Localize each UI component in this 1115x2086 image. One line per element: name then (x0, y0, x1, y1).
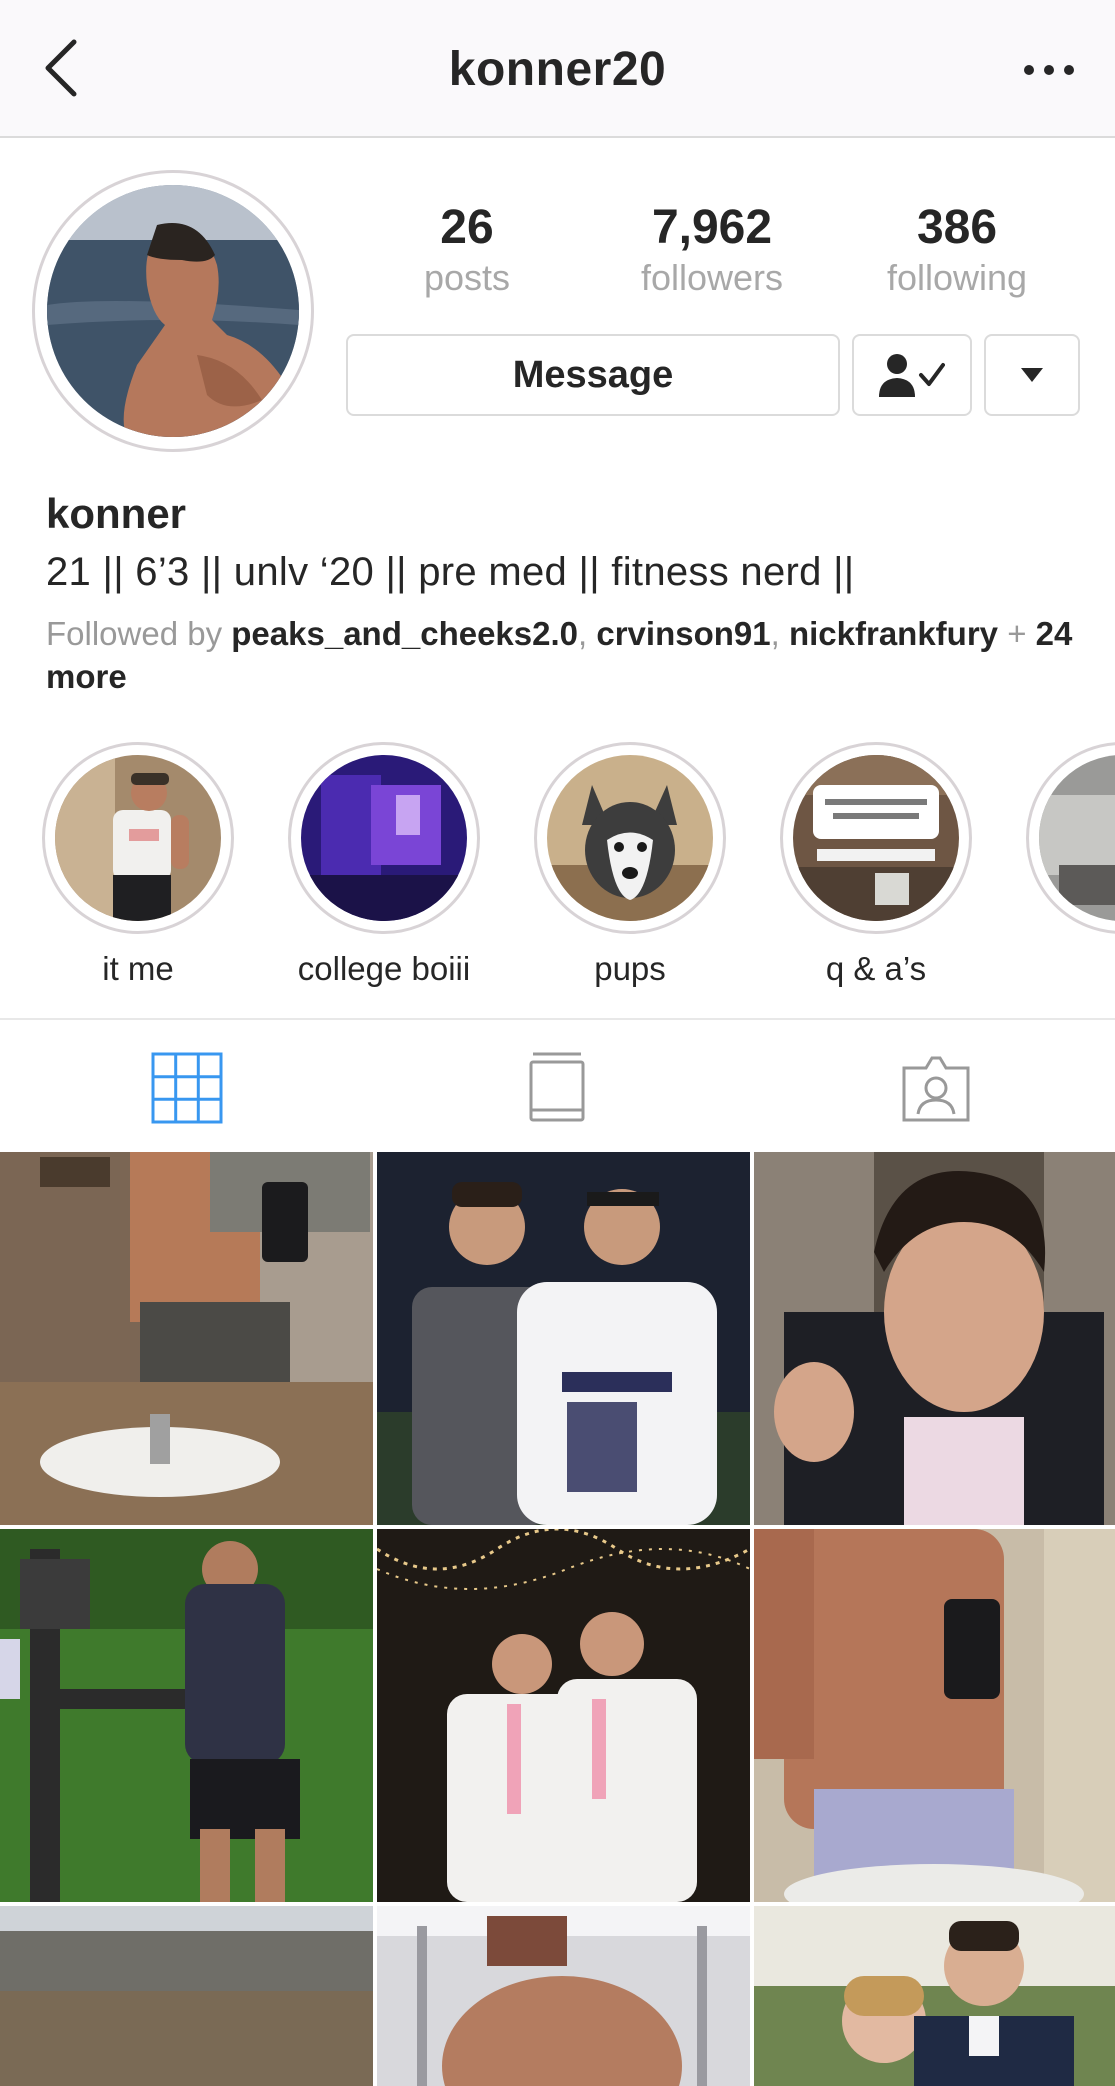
follower-link-1[interactable]: peaks_and_cheeks2.0 (231, 615, 578, 652)
suggestions-dropdown-button[interactable] (984, 334, 1080, 416)
profile-avatar[interactable] (32, 170, 314, 452)
message-button[interactable]: Message (346, 334, 840, 416)
post-thumbnail[interactable] (754, 1529, 1115, 1902)
followers-label: followers (640, 257, 784, 298)
highlight-label: q & a’s (825, 950, 927, 987)
following-status-button[interactable] (852, 334, 972, 416)
highlight-partial[interactable] (1002, 742, 1115, 950)
highlight-label: it me (102, 950, 174, 987)
highlight-thumbnail (1039, 755, 1115, 921)
followed-by-text[interactable]: Followed by peaks_and_cheeks2.0, crvinso… (46, 612, 1076, 698)
following-label: following (886, 257, 1028, 298)
story-highlights-row: it me college boiii pups q & a’s (0, 742, 1115, 992)
top-bar: konner20 (0, 0, 1115, 138)
avatar-photo (47, 185, 299, 437)
person-check-icon (879, 354, 945, 397)
highlight-thumbnail (55, 755, 221, 921)
stat-posts[interactable]: 26 posts (367, 200, 567, 300)
followed-by-prefix: Followed by (46, 615, 232, 652)
post-thumbnail[interactable] (377, 1906, 750, 2086)
follower-link-3[interactable]: nickfrankfury (789, 615, 998, 652)
followers-count: 7,962 (651, 201, 773, 254)
posts-grid (0, 1152, 1115, 2086)
post-thumbnail[interactable] (0, 1529, 373, 1902)
post-thumbnail[interactable] (377, 1152, 750, 1525)
tagged-person-icon[interactable] (898, 1050, 974, 1126)
highlight-thumbnail (301, 755, 467, 921)
posts-count: 26 (440, 201, 494, 254)
post-thumbnail[interactable] (754, 1906, 1115, 2086)
post-thumbnail[interactable] (0, 1906, 373, 2086)
triangle-down-icon (1021, 368, 1043, 382)
follower-link-2[interactable]: crvinson91 (596, 615, 770, 652)
profile-name: konner (46, 490, 187, 537)
stat-following[interactable]: 386 following (857, 200, 1057, 300)
highlight-thumbnail (547, 755, 713, 921)
post-thumbnail[interactable] (377, 1529, 750, 1902)
stat-followers[interactable]: 7,962 followers (612, 200, 812, 300)
profile-tab-bar (0, 1018, 1115, 1152)
grid-icon[interactable] (149, 1050, 225, 1126)
highlight-label: pups (594, 950, 666, 987)
igtv-icon[interactable] (519, 1050, 595, 1126)
highlight-q-and-as[interactable]: q & a’s (756, 742, 996, 988)
highlight-label: college boiii (297, 950, 471, 987)
posts-label: posts (423, 257, 511, 298)
profile-bio: 21 || 6’3 || unlv ‘20 || pre med || fitn… (46, 550, 855, 594)
post-thumbnail[interactable] (0, 1152, 373, 1525)
highlight-pups[interactable]: pups (510, 742, 750, 988)
profile-username-title: konner20 (448, 43, 667, 96)
post-thumbnail[interactable] (754, 1152, 1115, 1525)
highlight-it-me[interactable]: it me (18, 742, 258, 988)
following-count: 386 (916, 201, 998, 254)
highlight-college-boiii[interactable]: college boiii (264, 742, 504, 988)
highlight-thumbnail (793, 755, 959, 921)
more-options-icon[interactable] (1021, 50, 1077, 90)
